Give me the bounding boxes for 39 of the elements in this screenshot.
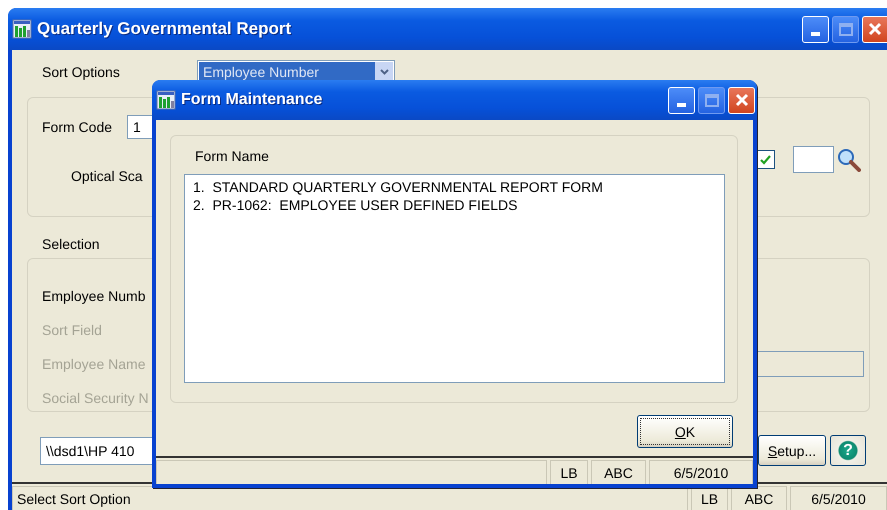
minimize-icon (677, 102, 686, 106)
maximize-icon (704, 94, 718, 106)
section-label: Selection (42, 236, 101, 252)
minimize-button[interactable] (802, 16, 829, 42)
column-label: Form Name (194, 148, 270, 166)
field-label: Employee Numb (42, 288, 146, 304)
app-icon (12, 19, 32, 39)
close-icon (868, 22, 882, 36)
dropdown-value: Employee Number (199, 62, 375, 81)
field-label: Social Security N (42, 390, 149, 406)
maximize-icon (838, 22, 852, 36)
field-label: Sort Field (42, 322, 102, 338)
list-item[interactable]: 1. STANDARD QUARTERLY GOVERNMENTAL REPORT FORM (193, 178, 724, 196)
field-label: Employee Name (42, 356, 146, 372)
app-icon (156, 90, 176, 110)
status-panel: LB (550, 460, 588, 484)
window-title: Quarterly Governmental Report (37, 19, 292, 39)
window-title: Form Maintenance (181, 91, 322, 109)
minimize-icon (811, 32, 820, 36)
ok-button[interactable]: OK (637, 415, 733, 448)
minimize-button[interactable] (668, 86, 695, 114)
field-label: Sort Options (42, 64, 121, 80)
field-label: Form Code (42, 119, 114, 135)
chevron-down-icon (380, 68, 388, 74)
setup-button[interactable]: Setup... (758, 435, 826, 466)
form-code-field[interactable]: 1 (127, 115, 153, 139)
field-label: Optical Sca (71, 168, 143, 184)
search-icon (837, 148, 861, 172)
checkmark-icon (760, 154, 771, 164)
help-button[interactable]: ? (830, 435, 866, 466)
close-button[interactable] (862, 16, 887, 42)
input-field[interactable] (756, 351, 864, 377)
list-item[interactable]: 2. PR-1062: EMPLOYEE USER DEFINED FIELDS (193, 196, 724, 214)
input-field[interactable] (793, 146, 834, 173)
status-panel: ABC (591, 460, 646, 484)
status-panel: 6/5/2010 (790, 486, 887, 510)
close-icon (734, 93, 748, 107)
close-button[interactable] (728, 86, 755, 114)
status-panel: 6/5/2010 (649, 460, 753, 484)
